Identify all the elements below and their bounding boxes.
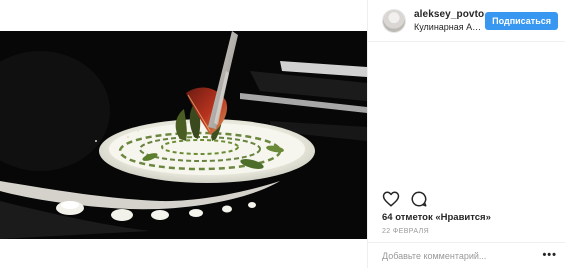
post-header: aleksey_povtoreyk Кулинарная Ака... Подп… [368,0,565,42]
comment-input[interactable] [382,250,543,261]
comment-bar: ••• [368,242,565,268]
plated-dish-photo[interactable] [0,31,367,239]
comment-icon[interactable] [410,190,428,208]
post-date[interactable]: 22 ФЕВРАЛЯ [382,228,429,235]
comments-area [368,42,565,184]
instagram-post: aleksey_povtoreyk Кулинарная Ака... Подп… [0,0,565,268]
likes-count[interactable]: 64 отметок «Нравится» [382,212,491,223]
location-link[interactable]: Кулинарная Ака... [414,22,485,32]
post-sidebar: aleksey_povtoreyk Кулинарная Ака... Подп… [367,0,565,268]
post-actions [382,190,428,208]
follow-button[interactable]: Подписаться [485,11,558,30]
heart-icon[interactable] [382,190,400,208]
post-media [0,0,367,268]
more-options-icon[interactable]: ••• [542,250,557,261]
avatar[interactable] [382,8,406,33]
user-info: aleksey_povtoreyk Кулинарная Ака... [414,9,485,32]
username-link[interactable]: aleksey_povtoreyk [414,9,485,20]
